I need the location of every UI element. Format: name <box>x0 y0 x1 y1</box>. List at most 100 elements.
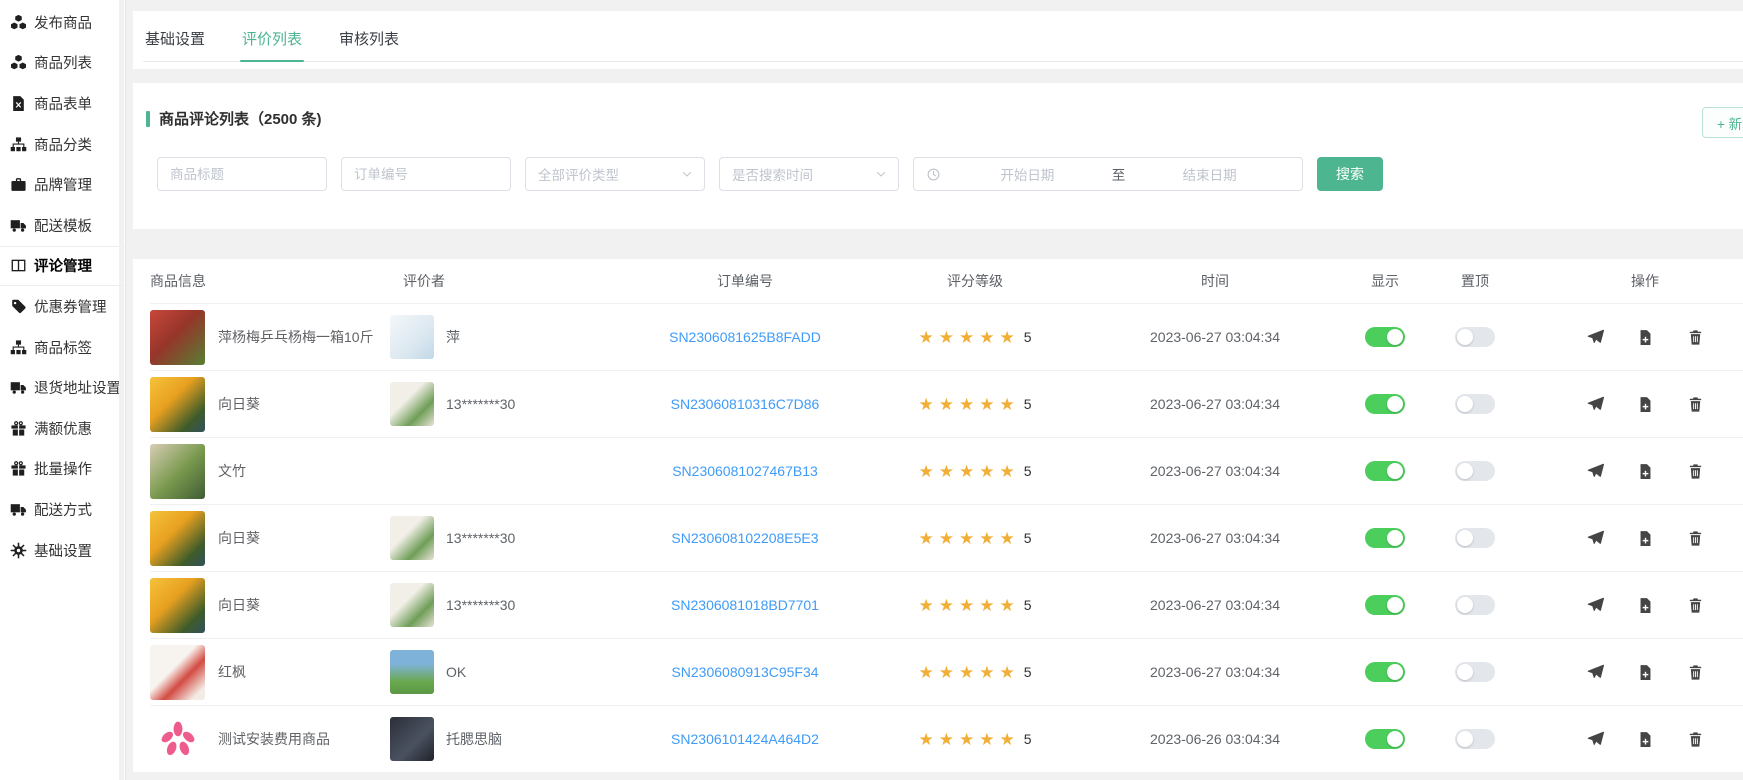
file-add-icon[interactable] <box>1637 396 1654 413</box>
trash-icon[interactable] <box>1687 463 1704 480</box>
send-icon[interactable] <box>1587 597 1604 614</box>
file-add-icon[interactable] <box>1637 731 1654 748</box>
sidebar-item-product-category[interactable]: 商品分类 <box>0 124 125 165</box>
file-add-icon[interactable] <box>1637 329 1654 346</box>
show-toggle[interactable] <box>1365 327 1405 347</box>
date-range-picker[interactable]: 开始日期 至 结束日期 <box>913 157 1303 191</box>
show-toggle[interactable] <box>1365 394 1405 414</box>
gift-icon <box>10 460 27 477</box>
title-accent-bar <box>146 111 150 127</box>
order-number-link[interactable]: SN2306080913C95F34 <box>671 664 818 680</box>
show-toggle[interactable] <box>1365 595 1405 615</box>
trash-icon[interactable] <box>1687 597 1704 614</box>
chevron-down-icon <box>874 167 888 181</box>
pin-toggle[interactable] <box>1455 729 1495 749</box>
order-number-link[interactable]: SN23060810316C7D86 <box>671 396 820 412</box>
file-add-icon[interactable] <box>1637 664 1654 681</box>
sidebar-item-basic-settings[interactable]: 基础设置 <box>0 530 125 571</box>
pin-toggle[interactable] <box>1455 461 1495 481</box>
sidebar-scrollbar[interactable] <box>119 0 124 780</box>
trash-icon[interactable] <box>1687 664 1704 681</box>
trash-icon[interactable] <box>1687 530 1704 547</box>
order-number-link[interactable]: SN2306081027467B13 <box>672 463 818 479</box>
file-add-icon[interactable] <box>1637 463 1654 480</box>
col-header-order-no: 订单编号 <box>630 271 860 291</box>
review-type-select[interactable]: 全部评价类型 <box>525 157 705 191</box>
cubes-icon <box>10 54 27 71</box>
sidebar-item-brand-management[interactable]: 品牌管理 <box>0 164 125 205</box>
pin-toggle[interactable] <box>1455 662 1495 682</box>
sidebar-item-label: 商品表单 <box>34 93 92 114</box>
tab-review-list[interactable]: 评价列表 <box>240 28 304 61</box>
product-title: 向日葵 <box>218 394 260 414</box>
order-number-link[interactable]: SN2306081018BD7701 <box>671 597 819 613</box>
sidebar-item-delivery-method[interactable]: 配送方式 <box>0 489 125 530</box>
pin-toggle[interactable] <box>1455 394 1495 414</box>
tab-basic-settings[interactable]: 基础设置 <box>143 28 207 61</box>
sitemap-icon <box>10 136 27 153</box>
cubes-icon <box>10 14 27 31</box>
filter-bar: 全部评价类型 是否搜索时间 开始日期 至 结束日期 搜索 <box>157 157 1743 191</box>
order-number-link[interactable]: SN2306081625B8FADD <box>669 329 821 345</box>
trash-icon[interactable] <box>1687 731 1704 748</box>
order-cell: SN2306081625B8FADD <box>630 329 860 345</box>
panel-header: 商品评论列表（2500 条) <box>133 83 1743 129</box>
send-icon[interactable] <box>1587 329 1604 346</box>
file-add-icon[interactable] <box>1637 530 1654 547</box>
product-title-input[interactable] <box>157 157 327 191</box>
sidebar-item-batch-operations[interactable]: 批量操作 <box>0 449 125 490</box>
time-cell: 2023-06-26 03:04:34 <box>1090 731 1340 747</box>
order-cell: SN230608102208E5E3 <box>630 530 860 546</box>
start-date-field[interactable]: 开始日期 <box>947 164 1108 184</box>
sidebar-item-full-discount[interactable]: 满额优惠 <box>0 408 125 449</box>
order-number-link[interactable]: SN230608102208E5E3 <box>671 530 818 546</box>
tab-audit-list[interactable]: 审核列表 <box>337 28 401 61</box>
table-row: 向日葵 13*******30 SN230608102208E5E3 ★★★★★… <box>150 504 1743 571</box>
comment-table: 商品信息 评价者 订单编号 评分等级 时间 显示 置顶 操作 萍杨梅乒乓杨梅一箱… <box>133 259 1743 772</box>
order-number-input[interactable] <box>341 157 511 191</box>
reviewer-avatar <box>390 650 434 694</box>
sidebar-item-label: 配送模板 <box>34 215 92 236</box>
send-icon[interactable] <box>1587 463 1604 480</box>
tab-bar: 基础设置评价列表审核列表 <box>143 11 1743 62</box>
review-time: 2023-06-27 03:04:34 <box>1150 664 1280 680</box>
pin-toggle[interactable] <box>1455 528 1495 548</box>
show-toggle[interactable] <box>1365 729 1405 749</box>
send-icon[interactable] <box>1587 731 1604 748</box>
sidebar-item-return-address-settings[interactable]: 退货地址设置 <box>0 367 125 408</box>
trash-icon[interactable] <box>1687 329 1704 346</box>
send-icon[interactable] <box>1587 530 1604 547</box>
show-toggle[interactable] <box>1365 528 1405 548</box>
search-button[interactable]: 搜索 <box>1317 157 1383 191</box>
order-number-link[interactable]: SN2306101424A464D2 <box>671 731 819 747</box>
order-cell: SN2306081018BD7701 <box>630 597 860 613</box>
trash-icon[interactable] <box>1687 396 1704 413</box>
send-icon[interactable] <box>1587 396 1604 413</box>
pin-toggle[interactable] <box>1455 327 1495 347</box>
sidebar-item-product-tags[interactable]: 商品标签 <box>0 327 125 368</box>
show-cell <box>1340 729 1430 749</box>
sidebar-item-comment-management[interactable]: 评论管理 <box>0 246 125 287</box>
reviewer-cell: 13*******30 <box>390 583 630 627</box>
reviewer-cell: OK <box>390 650 630 694</box>
sidebar-item-delivery-template[interactable]: 配送模板 <box>0 205 125 246</box>
order-cell: SN23060810316C7D86 <box>630 396 860 412</box>
sidebar: 发布商品 商品列表 商品表单 商品分类 品牌管理 配送模板 评论管理 优惠券管理… <box>0 0 126 780</box>
sidebar-item-publish-product[interactable]: 发布商品 <box>0 2 125 43</box>
sidebar-item-coupon-management[interactable]: 优惠券管理 <box>0 286 125 327</box>
file-add-icon[interactable] <box>1637 597 1654 614</box>
rating-value: 5 <box>1024 664 1032 680</box>
sidebar-item-product-list[interactable]: 商品列表 <box>0 43 125 84</box>
sidebar-item-product-form[interactable]: 商品表单 <box>0 83 125 124</box>
show-toggle[interactable] <box>1365 662 1405 682</box>
search-time-select[interactable]: 是否搜索时间 <box>719 157 899 191</box>
product-image <box>150 578 205 633</box>
product-info-cell: 萍杨梅乒乓杨梅一箱10斤 <box>150 310 390 365</box>
end-date-field[interactable]: 结束日期 <box>1129 164 1290 184</box>
col-header-product-info: 商品信息 <box>150 271 390 291</box>
pin-toggle[interactable] <box>1455 595 1495 615</box>
send-icon[interactable] <box>1587 664 1604 681</box>
show-toggle[interactable] <box>1365 461 1405 481</box>
add-button[interactable]: + 新增 <box>1702 107 1743 138</box>
product-info-cell: 文竹 <box>150 444 390 499</box>
